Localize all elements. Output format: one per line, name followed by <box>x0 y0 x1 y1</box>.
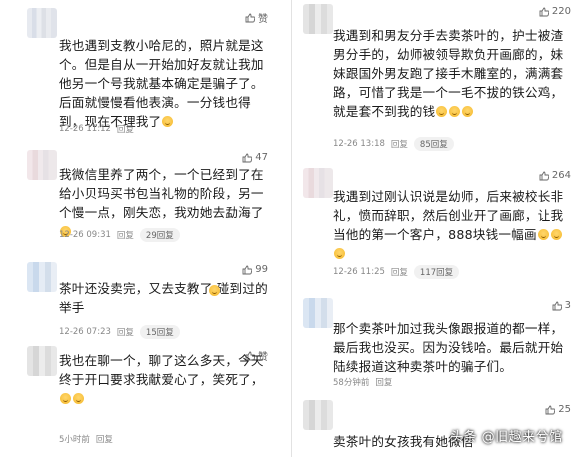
comment-time: 12-26 11:12 <box>59 124 111 134</box>
laughing-emoji-icon <box>334 248 345 259</box>
avatar[interactable] <box>303 168 333 198</box>
avatar[interactable] <box>303 298 333 328</box>
comment-time: 12-26 09:31 <box>59 230 111 240</box>
comment-time: 12-26 07:23 <box>59 327 111 337</box>
comment-meta: 12-26 13:18 回复 85回复 <box>333 137 454 151</box>
laughing-emoji-icon <box>162 116 174 127</box>
replies-count-pill[interactable]: 117回复 <box>413 265 460 279</box>
avatar[interactable] <box>303 400 333 430</box>
avatar[interactable] <box>303 4 333 34</box>
column-divider <box>291 0 292 457</box>
replies-count-pill[interactable]: 29回复 <box>139 228 180 242</box>
like-button[interactable]: 赞 <box>245 10 268 25</box>
like-count: 3 <box>564 300 571 311</box>
reply-link[interactable]: 回复 <box>96 433 113 445</box>
reply-link[interactable]: 回复 <box>391 138 408 150</box>
comment-meta: 12-26 11:12 回复 <box>59 123 134 135</box>
replies-count-pill[interactable]: 85回复 <box>413 137 454 151</box>
comment-meta: 12-26 07:23 回复 15回复 <box>59 325 180 339</box>
like-button[interactable]: 25 <box>545 404 571 415</box>
like-button[interactable]: 3 <box>552 300 571 311</box>
comment-text: 我也在聊一个，聊了这么多天，今天终于开口要求我献爱心了，笑死了， <box>59 351 268 408</box>
avatar[interactable] <box>27 262 57 292</box>
comment-time: 12-26 13:18 <box>333 139 385 149</box>
replies-count-pill[interactable]: 15回复 <box>139 325 180 339</box>
comment-meta: 58分钟前 回复 <box>333 376 392 388</box>
reply-link[interactable]: 回复 <box>117 229 134 241</box>
avatar[interactable] <box>27 8 57 38</box>
comment-text: 那个卖茶叶加过我头像跟报道的都一样，最后我也没买。因为没钱哈。最后就开始陆续报道… <box>333 321 564 374</box>
comment-meta: 12-26 09:31 回复 29回复 <box>59 228 180 242</box>
laughing-emoji-icon <box>449 106 461 117</box>
comment-text: 我也遇到支教小哈尼的，照片就是这个。但是自从一开始加好友就让我加他另一个号我就基… <box>59 38 264 129</box>
reply-link[interactable]: 回复 <box>117 326 134 338</box>
avatar[interactable] <box>27 346 57 376</box>
laughing-emoji-icon <box>209 285 220 296</box>
thumbs-up-icon <box>545 405 556 414</box>
like-button[interactable]: 220 <box>539 6 571 17</box>
thumbs-up-icon <box>245 13 255 22</box>
like-button[interactable]: 47 <box>242 152 268 163</box>
laughing-emoji-icon <box>73 393 84 404</box>
like-count: 47 <box>255 152 268 163</box>
thumbs-up-icon <box>242 265 253 274</box>
comment-time: 5小时前 <box>59 435 90 445</box>
like-count: 赞 <box>258 14 268 25</box>
thumbs-up-icon <box>539 171 549 180</box>
comment-time: 58分钟前 <box>333 378 370 388</box>
comment-meta: 5小时前 回复 <box>59 433 113 445</box>
laughing-emoji-icon <box>462 106 474 117</box>
comment-meta: 12-26 11:25 回复 117回复 <box>333 265 460 279</box>
watermark: 头条 @旧趣来兮馆 <box>450 430 563 445</box>
like-count: 220 <box>551 6 571 17</box>
avatar[interactable] <box>27 150 57 180</box>
reply-link[interactable]: 回复 <box>375 376 392 388</box>
comment-text: 茶叶还没卖完，又去支教了 碰到过的举手 <box>59 281 268 315</box>
like-count: 99 <box>255 264 268 275</box>
like-count: 25 <box>558 404 571 415</box>
laughing-emoji-icon <box>60 393 71 404</box>
comment-text: 我遇到过刚认识说是幼师，后来被校长非礼，愤而辞职，然后创业开了画廊，让我当他的第… <box>333 187 571 263</box>
reply-link[interactable]: 回复 <box>117 123 134 135</box>
thumbs-up-icon <box>242 153 253 162</box>
laughing-emoji-icon <box>436 106 448 117</box>
laughing-emoji-icon <box>550 229 562 240</box>
like-count: 264 <box>551 170 571 181</box>
comment-time: 12-26 11:25 <box>333 267 385 277</box>
comment-text: 我遇到和男友分手去卖茶叶的，护士被渣男分手的，幼师被领导欺负开画廊的，妹妹跟国外… <box>333 28 564 119</box>
like-button[interactable]: 99 <box>242 264 268 275</box>
thumbs-up-icon <box>539 7 549 16</box>
thumbs-up-icon <box>552 301 562 310</box>
laughing-emoji-icon <box>537 229 549 240</box>
reply-link[interactable]: 回复 <box>391 266 408 278</box>
like-button[interactable]: 264 <box>539 170 571 181</box>
